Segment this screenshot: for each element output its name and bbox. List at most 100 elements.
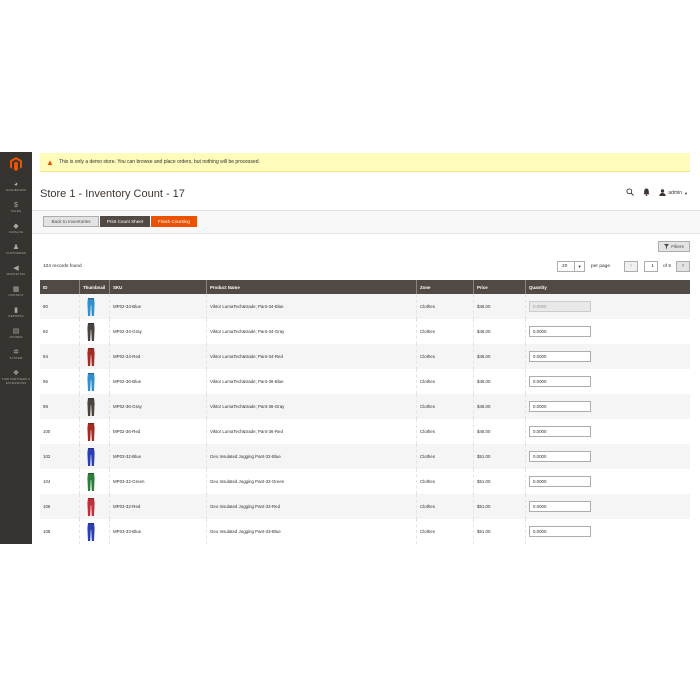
cell-sku: MP02-36-Blue xyxy=(109,369,207,394)
filters-button[interactable]: Filters xyxy=(658,241,690,252)
cell-product-name: Viktor LumaTech&trade; Pant-34-Gray xyxy=(206,319,417,344)
column-header-zone[interactable]: Zone xyxy=(416,280,474,294)
cell-price: $46.00 xyxy=(473,369,526,394)
sidebar-item-system[interactable]: ✲ System xyxy=(0,344,32,365)
quantity-input[interactable]: 0.0000 xyxy=(529,476,591,487)
magento-logo-icon[interactable] xyxy=(0,152,32,176)
table-row: 108 MP03-33-Blue Geo Insulated Jogging Pan… xyxy=(40,519,690,544)
cell-id: 98 xyxy=(40,394,80,419)
quantity-input[interactable]: 0.0000 xyxy=(529,351,591,362)
quantity-input[interactable]: 0.0000 xyxy=(529,376,591,387)
sidebar-item-reports[interactable]: ▮ Reports xyxy=(0,302,32,323)
next-page-button[interactable]: › xyxy=(676,260,690,272)
notifications-bell-icon[interactable] xyxy=(643,188,651,198)
cell-thumbnail xyxy=(79,319,110,344)
cell-thumbnail xyxy=(79,469,110,494)
back-to-inventories-button[interactable]: Back to Inventories xyxy=(43,216,99,227)
cell-zone: Clothes xyxy=(416,469,474,494)
quantity-input[interactable]: 0.0000 xyxy=(529,301,591,312)
cell-sku: MP03-32-Green xyxy=(109,469,207,494)
sidebar-item-label: Customers xyxy=(5,251,26,255)
cell-thumbnail xyxy=(79,444,110,469)
sidebar-item-stores[interactable]: ▤ Stores xyxy=(0,323,32,344)
cell-id: 96 xyxy=(40,369,80,394)
caret-down-icon: ▼ xyxy=(574,261,584,271)
sidebar-item-catalog[interactable]: ◆ Catalog xyxy=(0,218,32,239)
product-thumbnail xyxy=(87,472,95,491)
header-actions: admin ▼ xyxy=(626,188,688,198)
column-header-sku[interactable]: SKU xyxy=(109,280,207,294)
inventory-count-grid: ID Thumbnail SKU Product Name Zone Price… xyxy=(40,280,690,544)
store-icon: ▤ xyxy=(12,328,20,335)
quantity-input[interactable]: 0.0000 xyxy=(529,526,591,537)
cell-thumbnail xyxy=(79,519,110,544)
quantity-input[interactable]: 0.0000 xyxy=(529,501,591,512)
product-thumbnail xyxy=(87,372,95,391)
table-row: 94 MP02-34-Red Viktor LumaTech&trade; Pant… xyxy=(40,344,690,369)
cell-sku: MP02-34-Red xyxy=(109,344,207,369)
admin-sidebar: ◕ Dashboard $ Sales ◆ Catalog ♟ Customers ◀ Marke… xyxy=(0,152,32,544)
product-thumbnail xyxy=(87,497,95,516)
sidebar-item-label: Reports xyxy=(8,314,24,318)
sidebar-item-label: Dashboard xyxy=(6,188,26,192)
per-page-label: per page xyxy=(591,263,610,269)
per-page-value: 20 xyxy=(562,263,568,269)
cell-sku: MP02-36-Red xyxy=(109,419,207,444)
grid-header-row: ID Thumbnail SKU Product Name Zone Price… xyxy=(40,280,690,294)
column-header-price[interactable]: Price xyxy=(473,280,526,294)
cell-product-name: Viktor LumaTech&trade; Pant-34-Red xyxy=(206,344,417,369)
cell-sku: MP03-32-Blue xyxy=(109,444,207,469)
quantity-input[interactable]: 0.0000 xyxy=(529,451,591,462)
print-count-sheet-button[interactable]: Print Count Sheet xyxy=(100,216,150,227)
quantity-input[interactable]: 0.0000 xyxy=(529,426,591,437)
sidebar-item-label: Marketing xyxy=(6,272,26,276)
cell-id: 90 xyxy=(40,294,80,319)
cell-zone: Clothes xyxy=(416,444,474,469)
cell-product-name: Viktor LumaTech&trade; Pant-36-Gray xyxy=(206,394,417,419)
puzzle-icon: ❖ xyxy=(12,369,20,377)
cell-quantity: 0.0000 xyxy=(525,369,690,394)
table-row: 102 MP03-32-Blue Geo Insulated Jogging Pan… xyxy=(40,444,690,469)
demo-notice: ▲ This is only a demo store. You can bro… xyxy=(40,153,690,172)
cell-zone: Clothes xyxy=(416,419,474,444)
admin-user-menu[interactable]: admin ▼ xyxy=(659,188,688,198)
current-page-input[interactable]: 1 xyxy=(643,260,658,272)
cell-price: $51.00 xyxy=(473,444,526,469)
sidebar-item-dashboard[interactable]: ◕ Dashboard xyxy=(0,176,32,197)
sidebar-item-customers[interactable]: ♟ Customers xyxy=(0,239,32,260)
sidebar-item-label: Sales xyxy=(10,209,22,213)
sidebar-item-find-partners-extensions[interactable]: ❖ Find Partners & Extensions xyxy=(0,365,32,389)
cell-zone: Clothes xyxy=(416,319,474,344)
sidebar-item-content[interactable]: ▦ Content xyxy=(0,281,32,302)
product-thumbnail xyxy=(87,522,95,541)
cell-id: 94 xyxy=(40,344,80,369)
sidebar-item-label: Catalog xyxy=(8,230,24,234)
cell-id: 108 xyxy=(40,519,80,544)
cell-price: $46.00 xyxy=(473,294,526,319)
cell-thumbnail xyxy=(79,369,110,394)
finish-counting-button[interactable]: Finish Counting xyxy=(151,216,197,227)
cell-sku: MP03-32-Red xyxy=(109,494,207,519)
per-page-select[interactable]: 20 ▼ xyxy=(557,260,586,272)
cell-zone: Clothes xyxy=(416,394,474,419)
cell-product-name: Geo Insulated Jogging Pant-33-Blue xyxy=(206,519,417,544)
search-icon[interactable] xyxy=(626,188,635,198)
sidebar-item-label: System xyxy=(9,356,23,360)
sidebar-item-sales[interactable]: $ Sales xyxy=(0,197,32,218)
sidebar-item-marketing[interactable]: ◀ Marketing xyxy=(0,260,32,281)
quantity-input[interactable]: 0.0000 xyxy=(529,326,591,337)
column-header-quantity[interactable]: Quantity xyxy=(525,280,690,294)
table-row: 106 MP03-32-Red Geo Insulated Jogging Pant… xyxy=(40,494,690,519)
previous-page-button[interactable]: ‹ xyxy=(623,260,638,272)
filters-label: Filters xyxy=(671,244,684,249)
filter-funnel-icon xyxy=(664,243,670,250)
cell-sku: MP02-34-Gray xyxy=(109,319,207,344)
column-header-id[interactable]: ID xyxy=(40,280,80,294)
product-thumbnail xyxy=(87,322,95,341)
cell-product-name: Viktor LumaTech&trade; Pant-36-Red xyxy=(206,419,417,444)
pagination: 20 ▼ per page ‹ 1 of 6 › xyxy=(557,260,690,272)
quantity-input[interactable]: 0.0000 xyxy=(529,401,591,412)
cell-zone: Clothes xyxy=(416,369,474,394)
sidebar-item-label: Find Partners & Extensions xyxy=(1,376,31,385)
column-header-product-name[interactable]: Product Name xyxy=(206,280,417,294)
